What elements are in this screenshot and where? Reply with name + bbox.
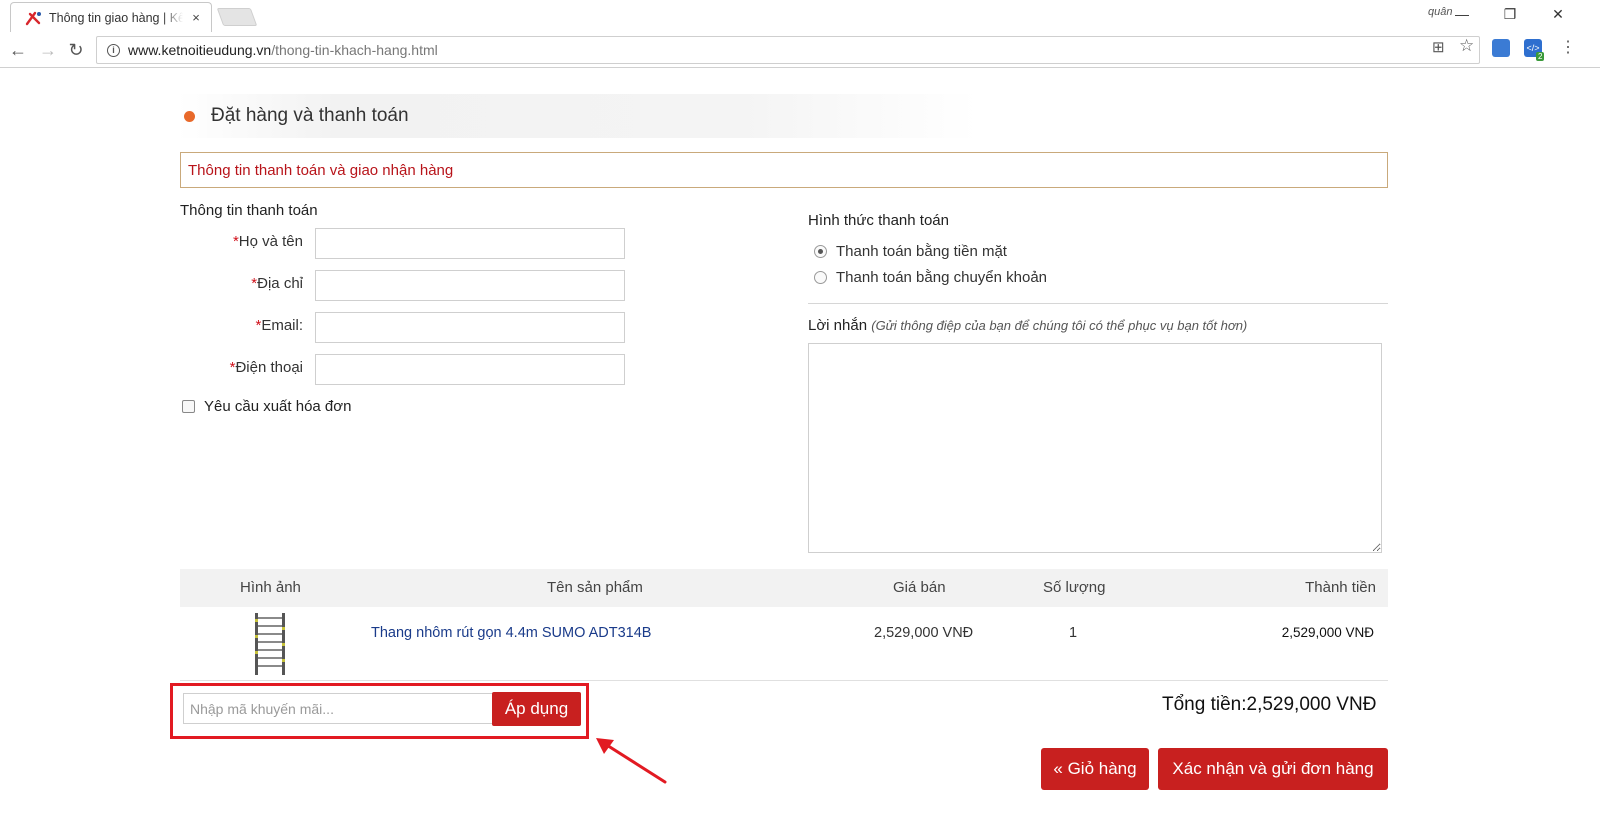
close-window-icon[interactable]: ✕ (1546, 2, 1570, 26)
url-domain: www.ketnoitieudung.vn (128, 42, 272, 58)
address-toolbar: ← → ↻ i www.ketnoitieudung.vn/thong-tin-… (0, 32, 1600, 68)
bookmark-star-icon[interactable]: ☆ (1459, 36, 1474, 56)
address-field[interactable] (315, 270, 625, 301)
invoice-label: Yêu cầu xuất hóa đơn (204, 398, 352, 415)
message-textarea[interactable] (808, 343, 1382, 553)
product-image[interactable] (252, 613, 288, 675)
restore-icon[interactable]: ❐ (1498, 2, 1522, 26)
cash-radio[interactable] (814, 245, 827, 258)
divider (808, 303, 1388, 304)
apply-promo-button[interactable]: Áp dụng (492, 692, 581, 726)
bullet-icon (184, 111, 195, 122)
promo-highlight-box: Áp dụng (170, 683, 589, 739)
extension-icon[interactable] (1492, 39, 1510, 57)
minimize-icon[interactable]: — (1450, 2, 1474, 26)
message-label-text: Lời nhắn (808, 317, 868, 334)
forward-icon[interactable]: → (36, 38, 60, 62)
reload-icon[interactable]: ↻ (64, 38, 88, 62)
message-label: Lời nhắn (Gửi thông điệp của bạn để chún… (808, 317, 1247, 334)
name-row: *Họ và tên (180, 228, 625, 260)
section-title: Đặt hàng và thanh toán (211, 105, 409, 126)
address-row: *Địa chỉ (180, 270, 625, 302)
billing-title: Thông tin thanh toán (180, 202, 318, 219)
name-label-text: Họ và tên (238, 233, 303, 250)
url-path: /thong-tin-khach-hang.html (271, 42, 438, 58)
name-field[interactable] (315, 228, 625, 259)
order-total: Tổng tiền:2,529,000 VNĐ (1162, 694, 1377, 715)
site-info-icon[interactable]: i (107, 43, 120, 57)
col-image: Hình ảnh (240, 579, 301, 596)
table-row: Thang nhôm rút gọn 4.4m SUMO ADT314B 2,5… (180, 607, 1388, 681)
info-banner: Thông tin thanh toán và giao nhận hàng (180, 152, 1388, 188)
email-field[interactable] (315, 312, 625, 343)
new-tab-button[interactable] (216, 8, 258, 26)
invoice-request[interactable]: Yêu cầu xuất hóa đơn (182, 398, 351, 415)
transfer-radio[interactable] (814, 271, 827, 284)
tab-close-icon[interactable]: × (189, 10, 203, 25)
payment-option-transfer[interactable]: Thanh toán bằng chuyển khoản (814, 269, 1047, 286)
product-price: 2,529,000 VNĐ (874, 625, 974, 641)
phone-row: *Điện thoại (180, 354, 625, 386)
address-label-text: Địa chỉ (257, 275, 303, 292)
col-product-name: Tên sản phẩm (547, 579, 643, 596)
col-quantity: Số lượng (1043, 579, 1106, 596)
address-bar[interactable]: i www.ketnoitieudung.vn/thong-tin-khach-… (96, 36, 1480, 64)
col-subtotal: Thành tiền (1305, 579, 1376, 596)
phone-label: *Điện thoại (230, 359, 303, 376)
payment-title: Hình thức thanh toán (808, 212, 949, 229)
message-hint: (Gửi thông điệp của bạn để chúng tôi có … (871, 318, 1248, 333)
phone-field[interactable] (315, 354, 625, 385)
url-text: www.ketnoitieudung.vn/thong-tin-khach-ha… (128, 42, 438, 58)
phone-label-text: Điện thoại (235, 359, 303, 376)
translate-icon[interactable]: ⊞ (1432, 38, 1445, 56)
promo-code-input[interactable] (183, 693, 494, 724)
transfer-label: Thanh toán bằng chuyển khoản (836, 269, 1048, 286)
product-subtotal: 2,529,000 VNĐ (1281, 625, 1374, 640)
back-icon[interactable]: ← (6, 38, 30, 62)
invoice-checkbox[interactable] (182, 400, 195, 413)
tab-title: Thông tin giao hàng | Kế (49, 10, 183, 25)
browser-tab-strip: Thông tin giao hàng | Kế × quân — ❐ ✕ (0, 0, 1600, 32)
email-label-text: Email: (261, 317, 303, 334)
browser-tab[interactable]: Thông tin giao hàng | Kế × (10, 2, 212, 32)
cart-table-header: Hình ảnh Tên sản phẩm Giá bán Số lượng T… (180, 569, 1388, 607)
extension-badge: 2 (1536, 52, 1545, 61)
email-row: *Email: (180, 312, 625, 344)
product-link[interactable]: Thang nhôm rút gọn 4.4m SUMO ADT314B (371, 625, 651, 641)
col-price: Giá bán (893, 579, 946, 596)
confirm-order-button[interactable]: Xác nhận và gửi đơn hàng (1158, 748, 1388, 790)
back-to-cart-button[interactable]: « Giỏ hàng (1041, 748, 1149, 790)
annotation-arrow (596, 738, 667, 784)
product-quantity: 1 (1069, 625, 1078, 641)
site-favicon-icon (25, 11, 41, 25)
menu-icon[interactable]: ⋮ (1560, 37, 1576, 57)
name-label: *Họ và tên (233, 233, 303, 250)
profile-name[interactable]: quân (1428, 6, 1452, 18)
payment-option-cash[interactable]: Thanh toán bằng tiền mặt (814, 243, 1007, 260)
address-label: *Địa chỉ (251, 275, 303, 292)
section-header: Đặt hàng và thanh toán (178, 94, 978, 138)
cash-label: Thanh toán bằng tiền mặt (836, 243, 1007, 260)
email-label: *Email: (255, 317, 303, 334)
